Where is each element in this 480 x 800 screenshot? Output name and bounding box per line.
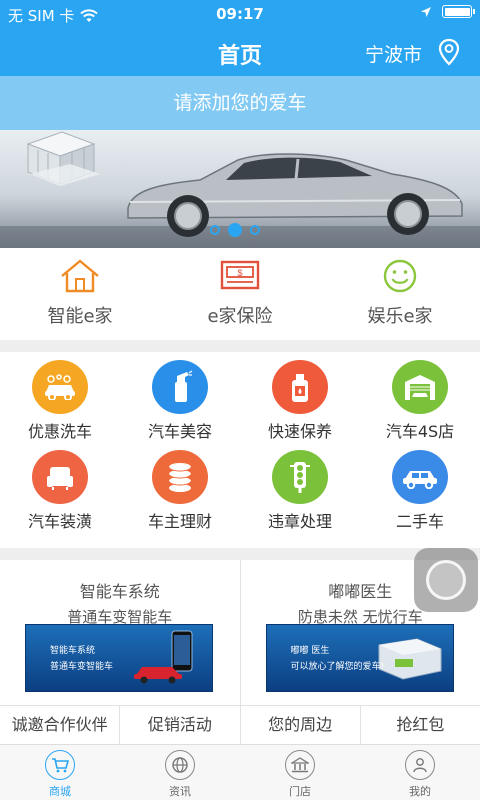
money-bill-icon: $: [220, 260, 260, 290]
battery-icon: [442, 5, 475, 18]
location-arrow-icon: [421, 6, 431, 17]
tab-label: 资讯: [169, 785, 191, 798]
service-smart-home[interactable]: 智能e家: [0, 250, 160, 340]
promo-image-line2: 普通车变智能车: [50, 662, 114, 672]
banner-dot[interactable]: [250, 225, 260, 235]
link-red-packet[interactable]: 抢红包: [359, 706, 480, 744]
grid-item-finance[interactable]: 车主理财: [120, 442, 240, 532]
floating-assistive-button[interactable]: [414, 548, 478, 612]
grid-item-label: 优惠洗车: [27, 422, 92, 441]
car-body: [127, 153, 463, 237]
promo-image[interactable]: 嘟嘟 医生 可以放心了解您的爱车!: [265, 624, 454, 692]
promo-image-line2: 可以放心了解您的爱车!: [290, 662, 385, 672]
banner-pagination[interactable]: [210, 223, 260, 237]
promo-card-smart-car[interactable]: 智能车系统 普通车变智能车 智能车系统 普通车变智能车: [0, 560, 240, 705]
promo-image-line1: 嘟嘟 医生: [290, 646, 330, 656]
banner-dot-active[interactable]: [228, 223, 242, 237]
cart-icon: [45, 750, 75, 780]
service-entertainment[interactable]: 娱乐e家: [320, 250, 480, 340]
smiley-icon: [383, 259, 417, 293]
car-seat-icon: [32, 450, 88, 504]
tab-mall[interactable]: 商城: [0, 745, 120, 800]
service-label: 娱乐e家: [367, 306, 433, 327]
store-icon: [285, 750, 315, 780]
status-right: [420, 5, 475, 18]
city-selector[interactable]: 宁波市: [365, 40, 422, 67]
service-grid-row: 汽车装潢 车主理财 违章处理 二手车: [0, 442, 480, 532]
grid-item-label: 二手车: [395, 512, 444, 531]
globe-icon: [165, 750, 195, 780]
section-divider: [0, 340, 480, 352]
car-wash-icon: [32, 360, 88, 414]
tab-news[interactable]: 资讯: [120, 745, 240, 800]
car-icon: [392, 450, 448, 504]
user-icon: [405, 750, 435, 780]
grid-item-4s-store[interactable]: 汽车4S店: [360, 352, 480, 442]
promo-title: 智能车系统: [79, 582, 160, 601]
tab-label: 我的: [409, 785, 431, 798]
service-grid: 优惠洗车 汽车美容 快速保养 汽车4S店 汽车装潢 车主理财 违章处理 二手车: [0, 352, 480, 542]
section-divider: [0, 548, 480, 560]
link-partners[interactable]: 诚邀合作伙伴: [0, 706, 119, 744]
location-pin-icon[interactable]: [438, 38, 460, 66]
add-car-banner[interactable]: 请添加您的爱车: [0, 76, 480, 130]
promo-section: 智能车系统 普通车变智能车 智能车系统 普通车变智能车 嘟嘟医生 防患未然 无忧…: [0, 560, 480, 706]
service-grid-row: 优惠洗车 汽车美容 快速保养 汽车4S店: [0, 352, 480, 442]
quick-links: 诚邀合作伙伴 促销活动 您的周边 抢红包: [0, 706, 480, 744]
grid-item-used-car[interactable]: 二手车: [360, 442, 480, 532]
grid-item-label: 汽车4S店: [385, 422, 455, 441]
grid-item-label: 车主理财: [147, 512, 212, 531]
grid-item-car-wash[interactable]: 优惠洗车: [0, 352, 120, 442]
grid-item-label: 快速保养: [267, 422, 332, 441]
status-bar: 无 SIM 卡 09:17: [0, 0, 480, 28]
service-insurance[interactable]: $ e家保险: [160, 250, 320, 340]
grid-item-label: 违章处理: [267, 512, 332, 531]
promo-image-line1: 智能车系统: [50, 646, 96, 656]
link-promotions[interactable]: 促销活动: [119, 706, 239, 744]
cube-decoration: [26, 131, 100, 186]
grid-item-maintenance[interactable]: 快速保养: [240, 352, 360, 442]
traffic-light-icon: [272, 450, 328, 504]
spray-bottle-icon: [152, 360, 208, 414]
grid-item-violations[interactable]: 违章处理: [240, 442, 360, 532]
tab-label: 商城: [49, 785, 71, 798]
status-time: 09:17: [216, 5, 264, 23]
grid-item-beauty[interactable]: 汽车美容: [120, 352, 240, 442]
banner-dot[interactable]: [210, 225, 220, 235]
featured-services: 智能e家 $ e家保险 娱乐e家: [0, 250, 480, 340]
tab-label: 门店: [289, 785, 311, 798]
promo-image[interactable]: 智能车系统 普通车变智能车: [25, 624, 213, 692]
garage-icon: [392, 360, 448, 414]
tab-mine[interactable]: 我的: [360, 745, 480, 800]
house-icon: [61, 259, 99, 293]
link-nearby[interactable]: 您的周边: [239, 706, 360, 744]
grid-item-label: 汽车美容: [147, 422, 212, 441]
coins-icon: [152, 450, 208, 504]
assistive-ring-icon: [426, 560, 466, 600]
svg-text:$: $: [237, 268, 242, 278]
grid-item-label: 汽车装潢: [27, 512, 92, 531]
service-label: e家保险: [207, 306, 273, 327]
tab-store[interactable]: 门店: [240, 745, 360, 800]
service-label: 智能e家: [47, 306, 113, 327]
oil-can-icon: [272, 360, 328, 414]
nav-bar: 首页 宁波市: [0, 28, 480, 76]
grid-item-decoration[interactable]: 汽车装潢: [0, 442, 120, 532]
tab-bar: 商城 资讯 门店 我的: [0, 744, 480, 800]
